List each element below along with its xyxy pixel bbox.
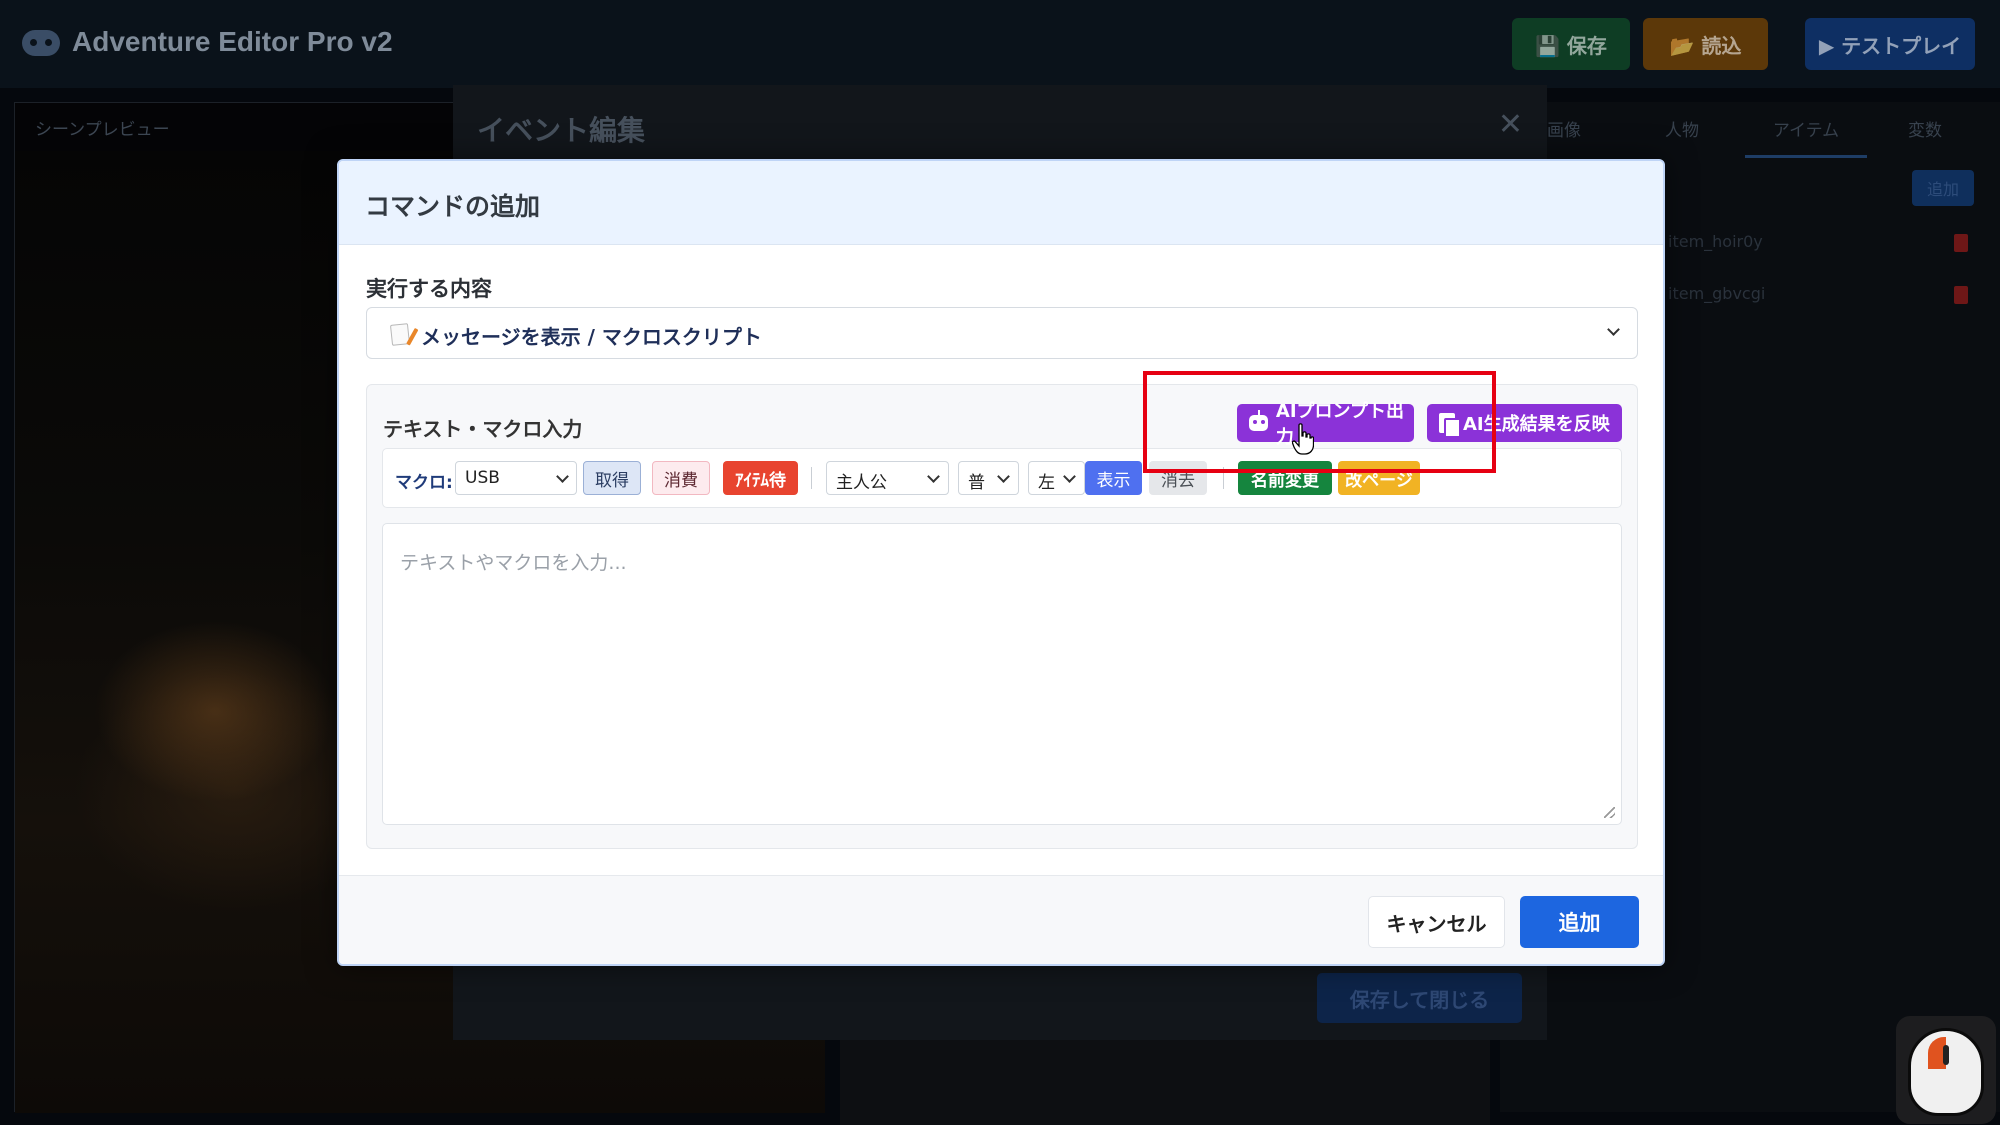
close-icon[interactable]: ✕ xyxy=(1498,107,1523,142)
save-button[interactable]: 💾 保存 xyxy=(1512,18,1630,70)
gamepad-icon xyxy=(22,30,60,56)
dialog-title: コマンドの追加 xyxy=(365,192,541,221)
chevron-down-icon xyxy=(927,470,940,483)
tab-images[interactable]: 画像 xyxy=(1547,116,1581,141)
paste-icon xyxy=(1439,413,1461,438)
text-input-placeholder: テキストやマクロを入力... xyxy=(400,552,627,574)
action-select[interactable]: メッセージを表示 / マクロスクリプト xyxy=(366,307,1638,359)
bottom-panel xyxy=(840,1040,1490,1125)
use-item-button[interactable]: 消費 xyxy=(652,461,710,495)
text-macro-label: テキスト・マクロ入力 xyxy=(383,417,583,441)
action-selected-value: メッセージを表示 / マクロスクリプト xyxy=(421,325,762,349)
item-select-value: USB xyxy=(465,468,500,488)
trash-icon[interactable] xyxy=(1954,286,1968,304)
divider xyxy=(811,467,812,489)
rename-button[interactable]: 名前変更 xyxy=(1238,461,1332,495)
resize-handle-icon[interactable] xyxy=(1604,807,1615,818)
add-button[interactable]: 追加 xyxy=(1520,896,1639,948)
chevron-down-icon xyxy=(556,470,569,483)
dialog-header: コマンドの追加 xyxy=(339,161,1663,245)
macro-toolbar: マクロ: USB 取得 消費 ｱｲﾃﾑ待 主人公 普 左 表示 消去 名前変更 … xyxy=(382,448,1622,508)
app-header: Adventure Editor Pro v2 💾 保存 📂 読込 ▶ テストプ… xyxy=(0,0,2000,88)
divider xyxy=(1223,467,1224,489)
memo-icon xyxy=(389,323,411,346)
show-character-button[interactable]: 表示 xyxy=(1085,461,1142,495)
item-select[interactable]: USB xyxy=(455,461,577,495)
event-modal-title: イベント編集 xyxy=(477,114,646,147)
character-select-value: 主人公 xyxy=(836,473,887,493)
add-command-dialog: コマンドの追加 実行する内容 メッセージを表示 / マクロスクリプト テキスト・… xyxy=(337,159,1665,966)
hide-character-button[interactable]: 消去 xyxy=(1149,461,1207,495)
ai-reflect-label: AI生成結果を反映 xyxy=(1463,414,1610,435)
ai-reflect-button[interactable]: AI生成結果を反映 xyxy=(1427,404,1622,442)
ai-prompt-button[interactable]: AIプロンプト出力 xyxy=(1237,401,1414,448)
item-wait-button[interactable]: ｱｲﾃﾑ待 xyxy=(723,461,798,495)
scene-preview-label: シーンプレビュー xyxy=(35,120,170,140)
action-label: 実行する内容 xyxy=(366,277,492,301)
dialog-footer: キャンセル 追加 xyxy=(339,875,1663,964)
add-item-button[interactable]: 追加 xyxy=(1912,170,1974,206)
position-select[interactable]: 左 xyxy=(1028,461,1085,495)
list-item[interactable]: item_hoir0y xyxy=(1668,232,1763,251)
character-select[interactable]: 主人公 xyxy=(826,461,949,495)
chevron-down-icon xyxy=(1063,470,1076,483)
expression-select[interactable]: 普 xyxy=(958,461,1019,495)
expression-select-value: 普 xyxy=(968,473,985,493)
app-title: Adventure Editor Pro v2 xyxy=(72,26,393,57)
macro-label: マクロ: xyxy=(395,473,453,493)
trash-icon[interactable] xyxy=(1954,234,1968,252)
test-play-button[interactable]: ▶ テストプレイ xyxy=(1805,18,1975,70)
tab-items[interactable]: アイテム xyxy=(1745,116,1867,158)
hand-cursor-icon xyxy=(1292,423,1314,455)
tab-variables[interactable]: 変数 xyxy=(1908,116,1942,141)
chevron-down-icon xyxy=(1607,323,1620,336)
chevron-down-icon xyxy=(997,470,1010,483)
text-macro-panel: テキスト・マクロ入力 AIプロンプト出力 AI生成結果を反映 マクロ: USB … xyxy=(366,384,1638,849)
text-macro-input[interactable]: テキストやマクロを入力... xyxy=(382,523,1622,825)
mouse-indicator xyxy=(1896,1016,1996,1124)
page-break-button[interactable]: 改ページ xyxy=(1338,461,1420,495)
tab-characters[interactable]: 人物 xyxy=(1665,116,1699,141)
position-select-value: 左 xyxy=(1038,473,1055,493)
mouse-icon xyxy=(1908,1028,1984,1116)
save-and-close-button[interactable]: 保存して閉じる xyxy=(1317,973,1522,1023)
cancel-button[interactable]: キャンセル xyxy=(1368,896,1505,948)
mouse-wheel xyxy=(1943,1045,1949,1065)
list-item[interactable]: item_gbvcgi xyxy=(1668,284,1765,303)
get-item-button[interactable]: 取得 xyxy=(583,461,641,495)
robot-icon xyxy=(1249,410,1268,431)
load-button[interactable]: 📂 読込 xyxy=(1643,18,1768,70)
